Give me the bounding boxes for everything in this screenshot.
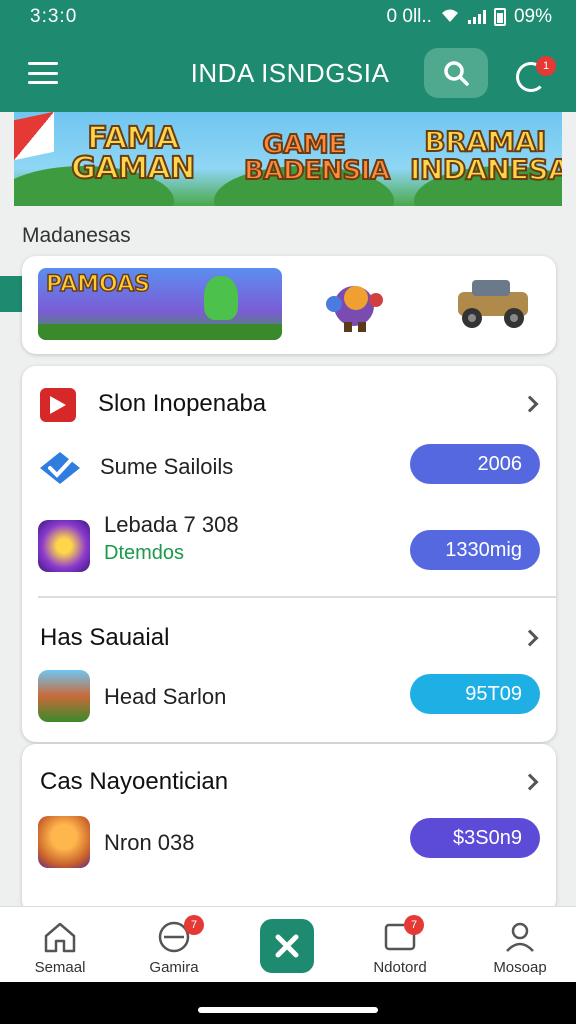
status-indicators: 0 0ll.. <box>386 6 432 27</box>
promo-banner[interactable]: FAMA GAMAN GAME BADENSIA BRAMAI INDANESA <box>14 112 562 206</box>
nav-badge: 7 <box>184 915 204 935</box>
warrior-character-icon[interactable] <box>318 274 390 334</box>
chevron-right-icon <box>521 773 539 791</box>
group-title: Slon Inopenaba <box>98 390 267 417</box>
menu-icon[interactable] <box>28 62 58 84</box>
dinosaur-character <box>204 276 238 320</box>
item-label: Head Sarlon <box>104 684 227 709</box>
user-icon <box>506 922 534 952</box>
banner-logo-2: GAME BADENSIA <box>243 130 391 186</box>
system-navigation-bar <box>0 982 576 1024</box>
featured-games-card: PAMOAS <box>22 256 556 354</box>
flag-icon <box>14 112 54 161</box>
item-label: Sume Sailoils <box>100 454 234 479</box>
battery-percent: 09% <box>513 6 552 27</box>
app-header: 3:3:0 0 0ll.. 09% INDA ISNDGSIA 1 <box>0 0 576 112</box>
item-label: Nron 038 <box>104 830 195 855</box>
bottom-navigation: Semaal 7 Gamira 7 Ndotord Mosoap <box>0 906 576 982</box>
nav-label: Mosoap <box>493 959 547 976</box>
nav-profile[interactable]: Mosoap <box>472 907 568 983</box>
chevron-right-icon <box>521 629 539 647</box>
group-title: Cas Nayoentician <box>40 768 229 795</box>
home-icon <box>44 922 76 953</box>
price-button[interactable]: $3S0n9 <box>410 818 540 858</box>
game-thumbnail <box>38 816 90 868</box>
center-action-button[interactable] <box>260 919 314 973</box>
game-logo-icon <box>40 388 76 422</box>
ground-decoration <box>38 324 282 340</box>
list-item[interactable]: Lebada 7 308 Dtemdos 1330mig <box>22 512 556 592</box>
status-icons: 0 0ll.. 09% <box>387 6 552 28</box>
nav-label: Semaal <box>34 959 86 976</box>
check-badge-icon <box>40 452 80 484</box>
wifi-icon <box>440 9 460 24</box>
close-x-icon <box>275 934 299 958</box>
nav-label: Ndotord <box>373 959 427 976</box>
notification-badge: 1 <box>536 56 556 76</box>
search-icon <box>444 61 469 86</box>
section-title: Madanesas <box>22 224 131 247</box>
notification-button[interactable]: 1 <box>512 56 556 96</box>
search-button[interactable] <box>424 48 488 98</box>
divider <box>38 596 556 598</box>
price-button[interactable]: 1330mig <box>410 530 540 570</box>
status-time: 3:3:0 <box>30 6 78 27</box>
chevron-right-icon <box>521 395 539 413</box>
list-item[interactable]: Sume Sailoils 2006 <box>22 440 556 500</box>
battery-icon <box>493 8 506 26</box>
accent-strip <box>0 276 22 312</box>
nav-label: Gamira <box>149 959 199 976</box>
status-bar: 3:3:0 0 0ll.. 09% <box>0 0 576 34</box>
group-header[interactable]: Cas Nayoentician <box>22 744 556 814</box>
banner-logo-1: FAMA GAMAN <box>70 121 196 186</box>
game-list-card: Cas Nayoentician Nron 038 $3S0n9 <box>22 744 556 914</box>
group-subheader[interactable]: Has Sauaial <box>22 606 556 668</box>
app-title: INDA ISNDGSIA <box>190 58 390 88</box>
nav-notifications[interactable]: 7 Ndotord <box>352 907 448 983</box>
item-label: Lebada 7 308 <box>104 512 239 537</box>
featured-game-logo: PAMOAS <box>45 271 151 298</box>
group-header[interactable]: Slon Inopenaba <box>22 366 556 442</box>
nav-badge: 7 <box>404 915 424 935</box>
home-gesture-bar[interactable] <box>198 1007 378 1013</box>
banner-logo-3: BRAMAI INDANESA <box>409 125 562 186</box>
nav-home[interactable]: Semaal <box>12 907 108 983</box>
game-list-card: Slon Inopenaba Sume Sailoils 2006 Lebada… <box>22 366 556 742</box>
game-thumbnail <box>38 520 90 572</box>
group-subtitle: Has Sauaial <box>40 624 170 651</box>
list-item[interactable]: Head Sarlon 95T09 <box>22 668 556 732</box>
nav-games[interactable]: 7 Gamira <box>126 907 222 983</box>
vehicle-character-icon[interactable] <box>450 270 536 334</box>
list-item[interactable]: Nron 038 $3S0n9 <box>22 814 556 878</box>
signal-icon <box>467 10 486 24</box>
item-sub-label: Dtemdos <box>104 542 185 564</box>
featured-game-image[interactable]: PAMOAS <box>38 268 282 340</box>
price-button[interactable]: 95T09 <box>410 674 540 714</box>
game-thumbnail <box>38 670 90 722</box>
price-button[interactable]: 2006 <box>410 444 540 484</box>
